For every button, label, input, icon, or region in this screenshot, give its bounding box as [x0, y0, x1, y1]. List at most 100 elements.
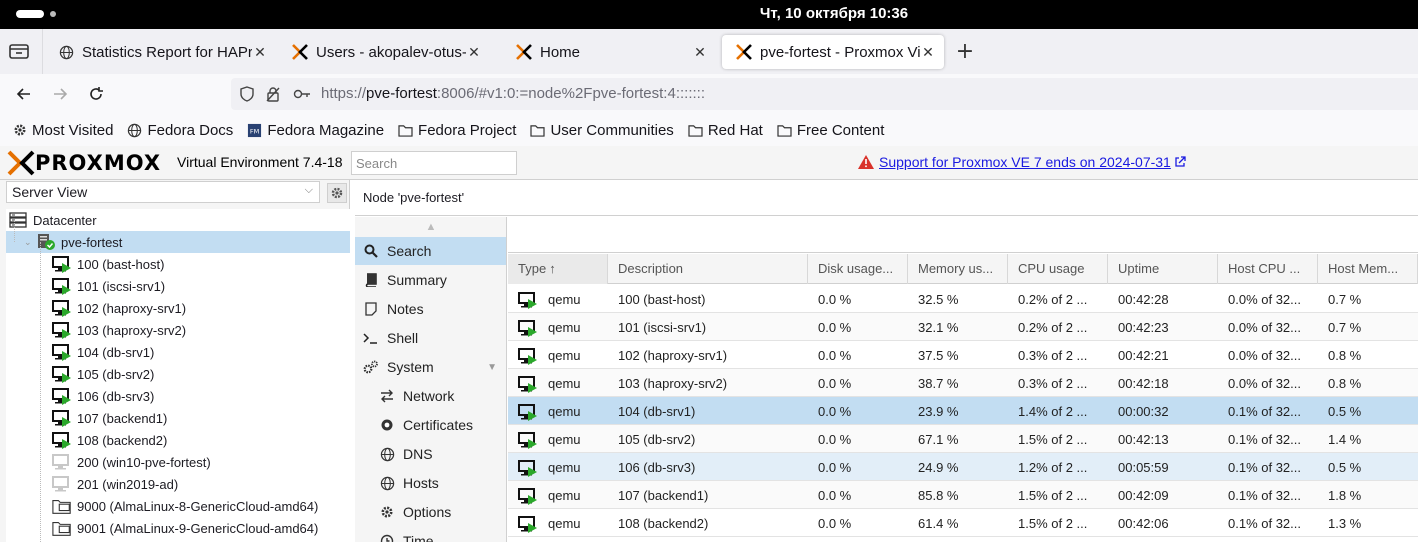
table-row[interactable]: qemu 103 (haproxy-srv2) 0.0 % 38.7 % 0.3% of… — [508, 369, 1418, 397]
table-cell: 00:42:06 — [1108, 509, 1218, 537]
view-settings-button[interactable] — [327, 183, 347, 203]
back-button[interactable] — [12, 82, 36, 106]
bookmark-red-hat[interactable]: Red Hat — [688, 122, 763, 139]
new-tab-button[interactable]: + — [954, 38, 976, 66]
bookmark-user-communities[interactable]: User Communities — [530, 122, 674, 139]
proxmox-version: Virtual Environment 7.4-18 — [177, 154, 343, 170]
tree-item[interactable]: 105 (db-srv2) — [6, 363, 350, 385]
back-arrow-icon — [16, 88, 30, 100]
menu-item-shell[interactable]: Shell — [355, 324, 506, 352]
shield-icon[interactable] — [239, 86, 255, 102]
close-icon[interactable]: ✕ — [252, 44, 268, 61]
table-cell: 1.8 % — [1318, 481, 1418, 509]
bookmark-fedora-magazine[interactable]: FM Fedora Magazine — [247, 122, 384, 139]
table-row[interactable]: qemu 105 (db-srv2) 0.0 % 67.1 % 1.5% of 2 ..… — [508, 425, 1418, 453]
browser-tab[interactable]: Statistics Report for HAProxy✕ — [44, 35, 276, 69]
column-header-host-mem[interactable]: Host Mem... — [1318, 254, 1418, 284]
reload-button[interactable] — [84, 82, 108, 106]
list-all-tabs-icon[interactable] — [8, 41, 30, 61]
table-row[interactable]: qemu 107 (backend1) 0.0 % 85.8 % 1.5% of 2 .… — [508, 481, 1418, 509]
menu-item-options[interactable]: Options — [355, 498, 506, 526]
menu-item-certificates[interactable]: Certificates — [355, 411, 506, 439]
tree-item[interactable]: 102 (haproxy-srv1) — [6, 297, 350, 319]
menu-item-summary[interactable]: Summary — [355, 266, 506, 294]
browser-tab[interactable]: Home ✕ — [502, 35, 716, 69]
view-selector[interactable]: Server View ⌵ — [6, 181, 320, 203]
insecure-lock-icon[interactable] — [265, 86, 281, 102]
vm-running-icon — [52, 365, 72, 383]
table-cell: 0.0 % — [808, 369, 908, 397]
url-bar[interactable]: https://pve-fortest:8006/#v1:0:=node%2Fp… — [231, 78, 1418, 110]
table-row[interactable]: qemu 101 (iscsi-srv1) 0.0 % 32.1 % 0.2% of 2… — [508, 313, 1418, 341]
table-cell: 0.5 % — [1318, 397, 1418, 425]
vm-running-icon — [52, 409, 72, 427]
column-header-description[interactable]: Description — [608, 254, 808, 284]
column-header-host-cpu[interactable]: Host CPU ... — [1218, 254, 1318, 284]
table-cell: 38.7 % — [908, 369, 1008, 397]
column-header-memory-us[interactable]: Memory us... — [908, 254, 1008, 284]
table-cell-text: 32.5 % — [918, 291, 959, 307]
support-warning[interactable]: Support for Proxmox VE 7 ends on 2024-07… — [857, 154, 1186, 170]
close-icon[interactable]: ✕ — [920, 44, 936, 61]
menu-item-hosts[interactable]: Hosts — [355, 469, 506, 497]
tree-item[interactable]: ⌄ pve-fortest — [6, 231, 350, 253]
proxmox-logo[interactable]: PROXMOX — [7, 149, 161, 177]
bookmark-fedora-docs[interactable]: Fedora Docs — [127, 122, 233, 139]
support-warning-link[interactable]: Support for Proxmox VE 7 ends on 2024-07… — [879, 154, 1171, 170]
tree-item[interactable]: 100 (bast-host) — [6, 253, 350, 275]
tree-item[interactable]: Datacenter — [6, 209, 350, 231]
tree-item[interactable]: 104 (db-srv1) — [6, 341, 350, 363]
tree-item-label: 103 (haproxy-srv2) — [77, 322, 187, 338]
vm-running-icon — [518, 515, 540, 533]
key-icon[interactable] — [293, 86, 310, 102]
column-header-uptime[interactable]: Uptime — [1108, 254, 1218, 284]
column-header-disk-usage[interactable]: Disk usage... — [808, 254, 908, 284]
tree-item[interactable]: 200 (win10-pve-fortest) — [6, 451, 350, 473]
bookmark-most-visited[interactable]: Most Visited — [12, 122, 113, 139]
menu-item-label: System — [387, 359, 434, 375]
bookmark-fedora-project[interactable]: Fedora Project — [398, 122, 516, 139]
tree-item[interactable]: 101 (iscsi-srv1) — [6, 275, 350, 297]
table-cell-text: 0.0 % — [818, 403, 852, 419]
tab-label: Users - akopalev-otus-hl.ru — [316, 43, 466, 61]
chevron-down-icon[interactable]: ▼ — [487, 362, 497, 373]
table-cell: 1.4% of 2 ... — [1008, 397, 1108, 425]
browser-tab[interactable]: Users - akopalev-otus-hl.ru✕ — [278, 35, 490, 69]
column-header-cpu-usage[interactable]: CPU usage — [1008, 254, 1108, 284]
tree-item[interactable]: 107 (backend1) — [6, 407, 350, 429]
tree-item[interactable]: 9001 (AlmaLinux-9-GenericCloud-amd64) — [6, 517, 350, 539]
menu-item-time[interactable]: Time — [355, 527, 506, 542]
tree-item[interactable]: 9000 (AlmaLinux-8-GenericCloud-amd64) — [6, 495, 350, 517]
table-row[interactable]: qemu 102 (haproxy-srv1) 0.0 % 37.5 % 0.3% of… — [508, 341, 1418, 369]
close-icon[interactable]: ✕ — [466, 44, 482, 61]
forward-button[interactable] — [48, 82, 72, 106]
url-text[interactable]: https://pve-fortest:8006/#v1:0:=node%2Fp… — [321, 85, 705, 102]
menu-item-dns[interactable]: DNS — [355, 440, 506, 468]
close-icon[interactable]: ✕ — [692, 44, 708, 61]
menu-item-system[interactable]: System ▼ — [355, 353, 506, 381]
table-row[interactable]: qemu 108 (backend2) 0.0 % 61.4 % 1.5% of 2 .… — [508, 509, 1418, 537]
node-online-icon — [36, 233, 56, 251]
tree-item[interactable]: 106 (db-srv3) — [6, 385, 350, 407]
table-row[interactable]: qemu 106 (db-srv3) 0.0 % 24.9 % 1.2% of 2 ..… — [508, 453, 1418, 481]
table-cell-text: 0.0 % — [818, 347, 852, 363]
os-clock[interactable]: Чт, 10 октября 10:36 — [0, 5, 1418, 22]
table-cell-text: qemu — [548, 291, 581, 307]
menu-scroll-up-icon[interactable]: ▲ — [355, 221, 506, 233]
tree-item[interactable]: 108 (backend2) — [6, 429, 350, 451]
browser-tab[interactable]: pve-fortest - Proxmox Virtual Environmen… — [722, 35, 944, 69]
tree-item[interactable]: 103 (haproxy-srv2) — [6, 319, 350, 341]
vm-stopped-icon — [52, 453, 72, 471]
table-row[interactable]: qemu 100 (bast-host) 0.0 % 32.5 % 0.2% of 2 … — [508, 285, 1418, 313]
bookmark-free-content[interactable]: Free Content — [777, 122, 884, 139]
column-header-type[interactable]: Type ↑ — [508, 254, 608, 284]
table-row[interactable]: qemu 104 (db-srv1) 0.0 % 23.9 % 1.4% of 2 ..… — [508, 397, 1418, 425]
proxmox-search-input[interactable] — [351, 151, 517, 175]
table-cell-text: qemu — [548, 375, 581, 391]
tree-expander-icon[interactable]: ⌄ — [24, 237, 34, 248]
menu-item-search[interactable]: Search — [355, 237, 506, 265]
tree-item[interactable]: 201 (win2019-ad) — [6, 473, 350, 495]
menu-item-network[interactable]: Network — [355, 382, 506, 410]
menu-item-notes[interactable]: Notes — [355, 295, 506, 323]
gear-icon — [331, 187, 343, 199]
